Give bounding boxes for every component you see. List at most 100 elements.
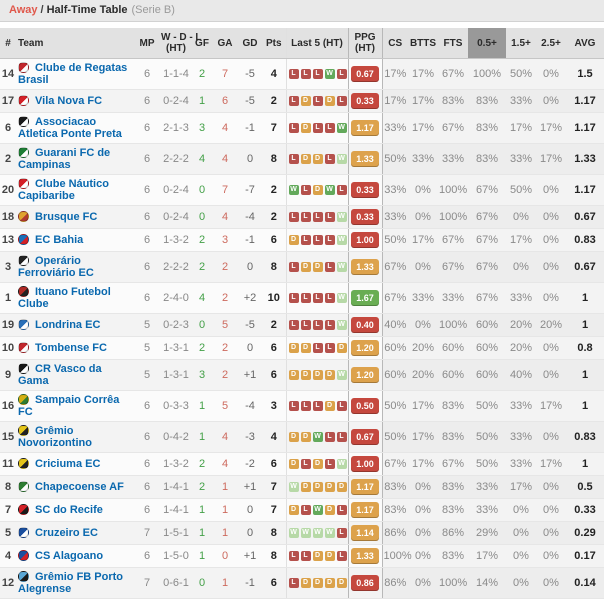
last5-cell: DLWDL bbox=[285, 498, 348, 522]
mp-cell: 6 bbox=[134, 205, 160, 229]
table-row: 13 EC Bahia 6 1-3-2 2 3 -1 6 DLLLW 1.00 … bbox=[0, 228, 604, 252]
team-link[interactable]: Sampaio Corrêa FC bbox=[18, 394, 119, 418]
team-link[interactable]: CS Alagoano bbox=[35, 550, 103, 562]
last5-form: DLWDL bbox=[288, 504, 348, 516]
team-link[interactable]: Brusque FC bbox=[35, 211, 97, 223]
over15-cell: 0% bbox=[506, 498, 536, 522]
team-cell: SC do Recife bbox=[16, 498, 134, 522]
avg-cell: 1 bbox=[566, 390, 604, 422]
team-link[interactable]: EC Bahia bbox=[35, 234, 83, 246]
team-link[interactable]: Cruzeiro EC bbox=[35, 527, 98, 539]
ppg-cell: 0.50 bbox=[347, 390, 382, 422]
over05-cell: 60% bbox=[468, 359, 506, 391]
over15-cell: 0% bbox=[506, 567, 536, 599]
fts-cell: 100% bbox=[438, 567, 468, 599]
team-link[interactable]: Chapecoense AF bbox=[35, 481, 124, 493]
team-cell: Chapecoense AF bbox=[16, 475, 134, 499]
col-header-mp[interactable]: MP bbox=[134, 28, 160, 59]
pts-cell: 2 bbox=[262, 313, 286, 337]
form-d-box: D bbox=[300, 262, 311, 273]
over05-cell: 33% bbox=[468, 498, 506, 522]
ppg-badge: 0.67 bbox=[351, 66, 379, 82]
col-header-over25[interactable]: 2.5+ bbox=[536, 28, 566, 59]
rank-cell: 20 bbox=[0, 174, 16, 206]
cs-cell: 17% bbox=[381, 89, 408, 113]
over05-cell: 83% bbox=[468, 112, 506, 144]
team-link[interactable]: Tombense FC bbox=[35, 342, 107, 354]
btts-cell: 17% bbox=[408, 452, 438, 476]
team-link[interactable]: Criciuma EC bbox=[35, 458, 100, 470]
team-link[interactable]: Grêmio Novorizontino bbox=[18, 425, 92, 449]
mp-cell: 6 bbox=[134, 58, 160, 90]
form-l-box: L bbox=[312, 235, 323, 246]
btts-cell: 0% bbox=[408, 251, 438, 283]
rank-cell: 16 bbox=[0, 390, 16, 422]
col-header-pts[interactable]: Pts bbox=[262, 28, 286, 59]
team-link[interactable]: Vila Nova FC bbox=[35, 95, 102, 107]
team-cell: Ituano Futebol Clube bbox=[16, 282, 134, 314]
btts-cell: 0% bbox=[408, 521, 438, 545]
col-header-ppg[interactable]: PPG (HT) bbox=[347, 28, 382, 59]
col-header-last5[interactable]: Last 5 (HT) bbox=[285, 28, 348, 59]
team-link[interactable]: Associacao Atletica Ponte Preta bbox=[18, 116, 122, 140]
form-d-box: D bbox=[324, 482, 335, 493]
col-header-avg[interactable]: AVG bbox=[566, 28, 604, 59]
over25-cell: 0% bbox=[536, 421, 566, 453]
last5-cell: LLLLW bbox=[285, 282, 348, 314]
rank-cell: 17 bbox=[0, 89, 16, 113]
gd-cell: -3 bbox=[238, 421, 262, 453]
col-header-wdl[interactable]: W - D - L (HT) bbox=[160, 28, 202, 59]
ppg-badge: 1.33 bbox=[351, 151, 379, 167]
ppg-cell: 1.67 bbox=[347, 282, 382, 314]
team-link[interactable]: Operário Ferroviário EC bbox=[18, 255, 94, 279]
team-link[interactable]: Grêmio FB Porto Alegrense bbox=[18, 571, 123, 595]
form-l-box: L bbox=[288, 96, 299, 107]
col-header-team[interactable]: Team bbox=[16, 28, 134, 59]
col-header-rank[interactable]: # bbox=[0, 28, 16, 59]
team-link[interactable]: CR Vasco da Gama bbox=[18, 363, 102, 387]
ppg-badge: 0.50 bbox=[351, 398, 379, 414]
col-header-gd[interactable]: GD bbox=[238, 28, 262, 59]
table-row: 7 SC do Recife 6 1-4-1 1 1 0 7 DLWDL 1.1… bbox=[0, 498, 604, 522]
col-header-btts[interactable]: BTTS bbox=[408, 28, 438, 59]
mp-cell: 6 bbox=[134, 390, 160, 422]
gf-cell: 4 bbox=[192, 143, 212, 175]
form-l-box: L bbox=[324, 320, 335, 331]
col-header-over05-selected[interactable]: 0.5+ bbox=[468, 28, 506, 59]
gd-cell: +1 bbox=[238, 475, 262, 499]
col-header-fts[interactable]: FTS bbox=[438, 28, 468, 59]
col-header-over15[interactable]: 1.5+ bbox=[506, 28, 536, 59]
gd-cell: +1 bbox=[238, 359, 262, 391]
col-header-cs[interactable]: CS bbox=[381, 28, 408, 59]
avg-cell: 0.83 bbox=[566, 421, 604, 453]
team-link[interactable]: Guarani FC de Campinas bbox=[18, 147, 110, 171]
team-link[interactable]: Ituano Futebol Clube bbox=[18, 286, 111, 310]
over15-cell: 50% bbox=[506, 174, 536, 206]
over15-cell: 33% bbox=[506, 390, 536, 422]
header-row: # Team MP W - D - L (HT) GF GA GD Pts Las… bbox=[0, 28, 604, 59]
team-link[interactable]: SC do Recife bbox=[35, 504, 103, 516]
ga-cell: 2 bbox=[212, 336, 238, 360]
wdl-cell: 1-3-1 bbox=[160, 359, 192, 391]
over15-cell: 17% bbox=[506, 112, 536, 144]
page-title: Half-Time Table bbox=[46, 4, 128, 16]
gd-cell: -5 bbox=[238, 313, 262, 337]
form-l-box: L bbox=[288, 320, 299, 331]
away-link[interactable]: Away bbox=[9, 4, 38, 16]
col-header-ga[interactable]: GA bbox=[212, 28, 238, 59]
team-link[interactable]: Clube de Regatas Brasil bbox=[18, 62, 127, 86]
over25-cell: 17% bbox=[536, 390, 566, 422]
btts-cell: 17% bbox=[408, 89, 438, 113]
wdl-cell: 2-2-2 bbox=[160, 251, 192, 283]
rank-cell: 18 bbox=[0, 205, 16, 229]
team-crest-icon bbox=[18, 527, 29, 538]
team-link[interactable]: Clube Náutico Capibaribe bbox=[18, 178, 109, 202]
ppg-cell: 0.67 bbox=[347, 421, 382, 453]
last5-form: DLLLW bbox=[288, 234, 348, 246]
fts-cell: 83% bbox=[438, 421, 468, 453]
gf-cell: 0 bbox=[192, 567, 212, 599]
gf-cell: 1 bbox=[192, 89, 212, 113]
last5-form: WLDWL bbox=[288, 184, 348, 196]
team-link[interactable]: Londrina EC bbox=[35, 319, 100, 331]
btts-cell: 33% bbox=[408, 282, 438, 314]
